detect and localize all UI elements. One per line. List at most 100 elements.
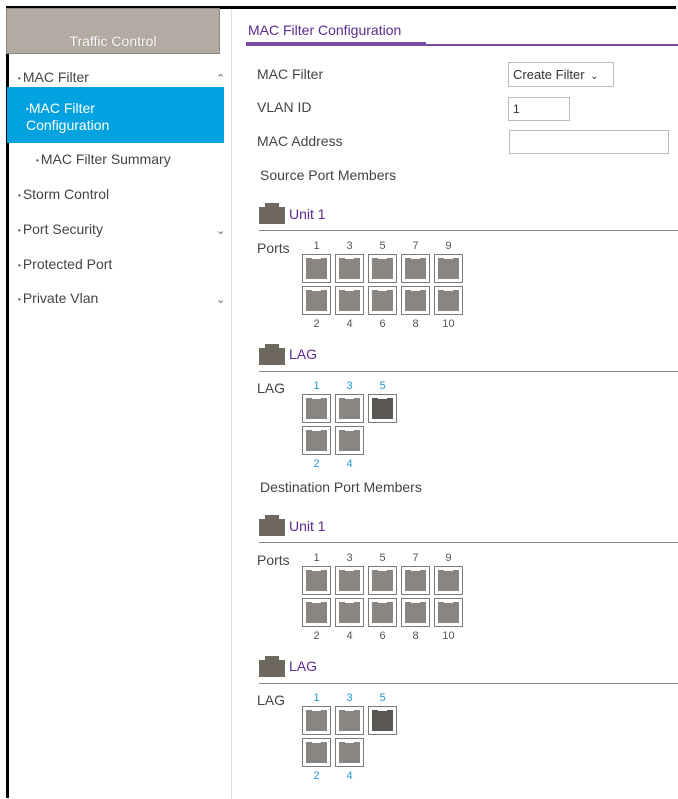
sidebar-header: Traffic Control: [6, 8, 220, 54]
port-number: 1: [313, 380, 320, 392]
port-number: 6: [379, 318, 386, 330]
port-3-icon[interactable]: [335, 566, 364, 595]
chevron-down-icon[interactable]: ⌄: [216, 224, 225, 237]
port-2-icon[interactable]: [302, 426, 331, 455]
port-4-icon[interactable]: [335, 426, 364, 455]
port-3-icon[interactable]: [335, 706, 364, 735]
port-7-icon[interactable]: [401, 566, 430, 595]
port-6-icon[interactable]: [368, 286, 397, 315]
sidebar-item-label: MAC Filter: [22, 69, 89, 85]
port-number: 9: [445, 552, 452, 564]
port-number: 2: [313, 318, 320, 330]
port-number: 3: [346, 380, 353, 392]
mac-address-label: MAC Address: [257, 133, 343, 149]
vlan-id-label: VLAN ID: [257, 99, 312, 115]
port-number: 7: [412, 240, 419, 252]
section-divider: [259, 371, 678, 372]
port-number: 5: [379, 552, 386, 564]
port-9-icon[interactable]: [434, 566, 463, 595]
lag-icon: [259, 344, 285, 365]
sidebar-item-port-security[interactable]: • Port Security: [18, 221, 103, 237]
port-number: 10: [442, 630, 455, 642]
port-10-icon[interactable]: [434, 598, 463, 627]
port-7-icon[interactable]: [401, 254, 430, 283]
sidebar-item-private-vlan[interactable]: • Private Vlan: [18, 290, 98, 306]
port-number: 10: [442, 318, 455, 330]
vlan-id-field[interactable]: 1: [508, 97, 570, 121]
mac-filter-select[interactable]: Create Filter ⌄: [508, 62, 614, 87]
sidebar-item-mac-filter-summary[interactable]: • MAC Filter Summary: [36, 151, 171, 167]
port-number: 8: [412, 630, 419, 642]
sidebar-item-mac-filter-configuration[interactable]: •MAC Filter Configuration: [7, 87, 224, 143]
port-number: 1: [313, 552, 320, 564]
port-5-icon[interactable]: [368, 394, 397, 423]
mac-filter-label: MAC Filter: [257, 66, 324, 82]
ports-label: Ports: [257, 240, 290, 256]
port-1-icon[interactable]: [302, 394, 331, 423]
lag-section-label: LAG: [289, 346, 318, 362]
sidebar-item-label: MAC Filter Summary: [40, 151, 171, 167]
sidebar-item-storm-control[interactable]: • Storm Control: [18, 186, 109, 202]
port-4-icon[interactable]: [335, 738, 364, 767]
port-number: 3: [346, 240, 353, 252]
sidebar-item-label: Configuration: [26, 117, 110, 134]
port-4-icon[interactable]: [335, 286, 364, 315]
port-8-icon[interactable]: [401, 598, 430, 627]
port-4-icon[interactable]: [335, 598, 364, 627]
port-1-icon[interactable]: [302, 254, 331, 283]
port-number: 4: [346, 458, 353, 470]
port-number: 2: [313, 458, 320, 470]
port-number: 4: [346, 318, 353, 330]
mac-address-field[interactable]: [509, 130, 669, 154]
lag-label: LAG: [257, 692, 286, 708]
sidebar-item-mac-filter[interactable]: • MAC Filter: [18, 69, 89, 85]
ports-label: Ports: [257, 552, 290, 568]
page-title: MAC Filter Configuration: [248, 22, 402, 38]
port-8-icon[interactable]: [401, 286, 430, 315]
port-6-icon[interactable]: [368, 598, 397, 627]
port-10-icon[interactable]: [434, 286, 463, 315]
port-3-icon[interactable]: [335, 394, 364, 423]
port-2-icon[interactable]: [302, 738, 331, 767]
port-number: 4: [346, 630, 353, 642]
chevron-down-icon: ⌄: [590, 71, 599, 82]
unit-icon: [259, 515, 285, 536]
port-5-icon[interactable]: [368, 706, 397, 735]
lag-section-label: LAG: [289, 658, 318, 674]
port-5-icon[interactable]: [368, 254, 397, 283]
source-port-members-title: Source Port Members: [260, 167, 397, 183]
sidebar-item-label: Storm Control: [22, 186, 110, 202]
destination-port-members-title: Destination Port Members: [260, 479, 422, 495]
port-number: 5: [379, 240, 386, 252]
port-number: 5: [379, 692, 386, 704]
mac-filter-select-value: Create Filter: [513, 67, 585, 82]
chevron-down-icon[interactable]: ⌄: [216, 293, 225, 306]
sidebar-item-label: Protected Port: [22, 256, 113, 272]
port-3-icon[interactable]: [335, 254, 364, 283]
port-number: 2: [313, 630, 320, 642]
port-number: 3: [346, 552, 353, 564]
port-number: 7: [412, 552, 419, 564]
chevron-up-icon[interactable]: ⌃: [216, 72, 225, 85]
port-number: 6: [379, 630, 386, 642]
port-9-icon[interactable]: [434, 254, 463, 283]
unit-label: Unit 1: [289, 206, 326, 222]
sidebar-item-protected-port[interactable]: • Protected Port: [18, 256, 112, 272]
port-number: 1: [313, 692, 320, 704]
port-5-icon[interactable]: [368, 566, 397, 595]
port-1-icon[interactable]: [302, 706, 331, 735]
section-divider: [259, 230, 678, 231]
sidebar-item-label: MAC Filter: [28, 100, 95, 116]
section-divider: [259, 542, 678, 543]
port-1-icon[interactable]: [302, 566, 331, 595]
port-2-icon[interactable]: [302, 598, 331, 627]
sidebar-item-label: Private Vlan: [22, 290, 99, 306]
unit-icon: [259, 203, 285, 224]
unit-label: Unit 1: [289, 518, 326, 534]
port-2-icon[interactable]: [302, 286, 331, 315]
lag-label: LAG: [257, 380, 286, 396]
port-number: 1: [313, 240, 320, 252]
port-number: 4: [346, 770, 353, 782]
title-underline: [246, 42, 426, 45]
port-number: 9: [445, 240, 452, 252]
